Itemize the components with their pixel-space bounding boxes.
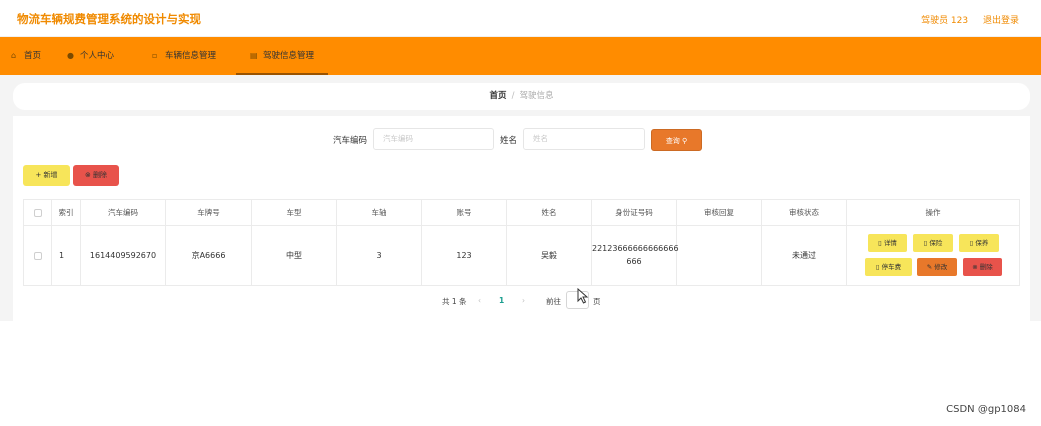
user-icon: ● [67,51,74,60]
cell-name: 吴毅 [507,226,592,285]
nav-label: 个人中心 [80,51,115,61]
table-row: 1 1614409592670 京A6666 中型 3 123 吴毅 22123… [24,226,1019,285]
column-header: 审核状态 [762,200,847,225]
row-select-cell [24,226,52,285]
cell-id-number: 22123666666666666 666 [592,226,679,285]
car-code-label: 汽车编码 [333,136,368,146]
nav-item-driving-management[interactable]: ▤ 驾驶信息管理 [236,37,329,75]
nav-item-home[interactable]: ⌂ 首页 [11,37,41,75]
pagination-goto-label: 前往 [546,297,561,306]
pagination-goto-suffix: 页 [593,297,601,306]
column-header: 汽车编码 [81,200,166,225]
cell-type: 中型 [252,226,337,285]
column-header: 车型 [252,200,337,225]
vehicle-icon: ▫ [152,51,158,60]
breadcrumb: 首页 / 驾驶信息 [13,83,1030,110]
main-nav: ⌂ 首页 ● 个人中心 ▫ 车辆信息管理 ▤ 驾驶信息管理 [0,37,1041,75]
mouse-pointer-icon [577,288,589,304]
home-icon: ⌂ [11,51,17,60]
top-user-area: 驾驶员 123 退出登录 [909,13,1019,26]
cell-axle: 3 [337,226,422,285]
logout-link[interactable]: 退出登录 [983,16,1019,26]
parking-fee-button[interactable]: ▯ 停车费 [865,258,912,276]
document-icon: ▤ [250,51,258,60]
nav-label: 首页 [24,51,42,61]
cell-index: 1 [52,226,81,285]
id-number-line: 22123666666666666 [592,244,679,253]
detail-button[interactable]: ▯ 详情 [868,234,907,252]
query-button[interactable]: 查询 ⚲ [651,129,702,151]
id-number-line: 666 [626,257,642,266]
app-title: 物流车辆规费管理系统的设计与实现 [17,12,201,26]
nav-label: 车辆信息管理 [165,51,217,61]
column-header: 账号 [422,200,507,225]
name-label: 姓名 [500,136,518,146]
watermark: CSDN @gp1084 [946,404,1026,415]
breadcrumb-separator: / [511,91,515,101]
table-header: 索引 汽车编码 车牌号 车型 车轴 账号 姓名 身份证号码 审核回复 审核状态 … [24,200,1019,226]
pagination-next[interactable]: › [522,296,525,305]
cell-car-code: 1614409592670 [81,226,166,285]
cell-reply [677,226,762,285]
cell-account: 123 [422,226,507,285]
cell-plate: 京A6666 [166,226,252,285]
pagination-prev[interactable]: ‹ [478,296,481,305]
add-button[interactable]: + 新增 [23,165,70,186]
select-all-cell [24,200,52,225]
insurance-button[interactable]: ▯ 保险 [913,234,953,252]
column-header: 索引 [52,200,81,225]
breadcrumb-home[interactable]: 首页 [490,91,507,101]
delete-button[interactable]: ⊗ 删除 [73,165,119,186]
data-table: 索引 汽车编码 车牌号 车型 车轴 账号 姓名 身份证号码 审核回复 审核状态 … [23,199,1020,286]
column-header: 操作 [925,208,941,217]
maintenance-button[interactable]: ▯ 保养 [959,234,999,252]
column-header: 审核回复 [677,200,762,225]
nav-label: 驾驶信息管理 [263,51,315,61]
cell-operations: ▯ 详情 ▯ 保险 ▯ 保养 ▯ 停车费 ✎ 修改 ⊗ 删除 [847,226,1019,285]
name-input[interactable]: 姓名 [523,128,645,150]
pagination-page[interactable]: 1 [499,296,504,305]
column-header: 姓名 [507,200,592,225]
car-code-input[interactable]: 汽车编码 [373,128,494,150]
select-all-checkbox[interactable] [33,209,42,217]
edit-button[interactable]: ✎ 修改 [917,258,957,276]
breadcrumb-current: 驾驶信息 [519,91,554,101]
nav-item-personal-center[interactable]: ● 个人中心 [67,37,114,75]
row-checkbox[interactable] [33,251,42,260]
column-header: 身份证号码 [592,200,677,225]
cell-status: 未通过 [762,226,847,285]
current-user: 驾驶员 123 [921,16,969,26]
column-header: 车牌号 [166,200,252,225]
top-bar: 物流车辆规费管理系统的设计与实现 驾驶员 123 退出登录 [0,0,1041,37]
row-delete-button[interactable]: ⊗ 删除 [963,258,1002,276]
pagination-total: 共 1 条 [442,297,467,306]
nav-item-vehicle-management[interactable]: ▫ 车辆信息管理 [152,37,216,75]
column-header: 车轴 [337,200,422,225]
